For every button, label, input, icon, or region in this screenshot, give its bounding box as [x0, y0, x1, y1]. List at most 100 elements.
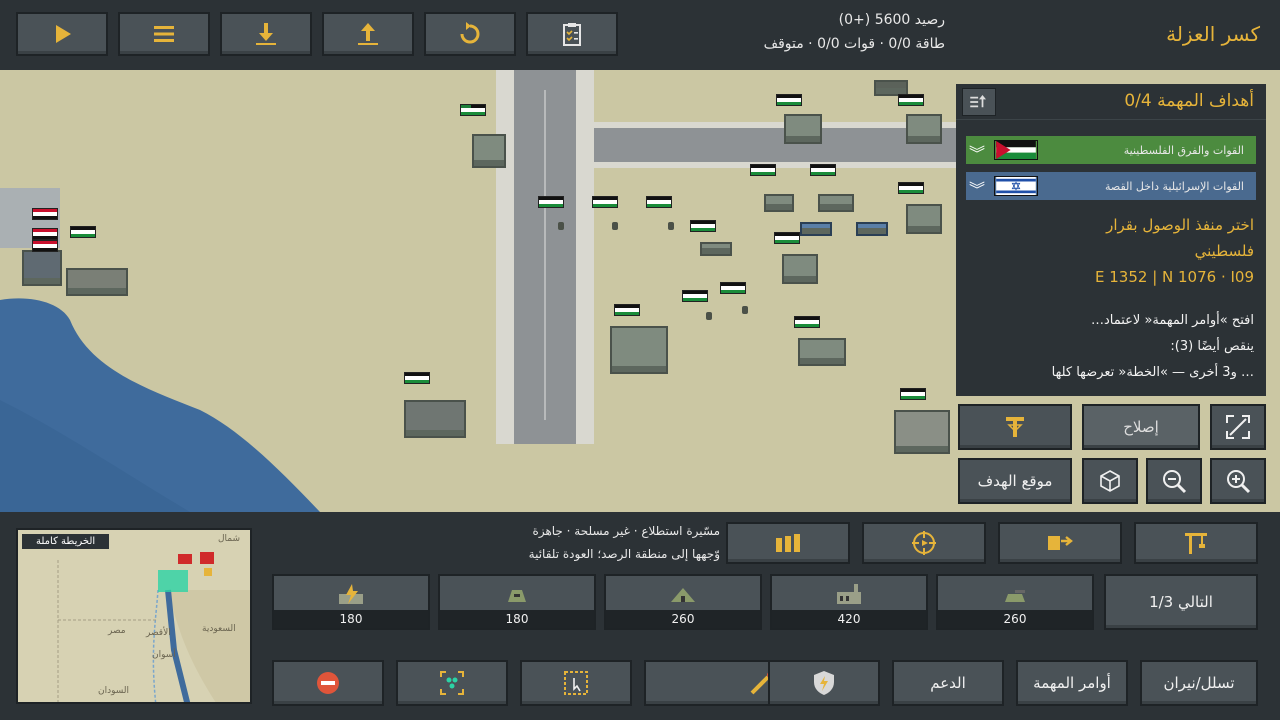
- minimap-place: السعودية: [202, 624, 236, 634]
- egypt-flag-marker: [32, 208, 58, 220]
- palestine-flag-marker: [404, 372, 430, 384]
- target-button[interactable]: [862, 522, 986, 564]
- palestine-flag-marker: [774, 232, 800, 244]
- support-tab[interactable]: الدعم: [892, 660, 1004, 706]
- build-cost: 180: [440, 610, 594, 628]
- palestine-flag-marker: [776, 94, 802, 106]
- building-depot[interactable]: [906, 204, 942, 234]
- infantry-unit[interactable]: [706, 312, 712, 320]
- building-radar[interactable]: [404, 400, 466, 438]
- vehicle-truck[interactable]: [700, 242, 732, 256]
- orders-tab[interactable]: أوامر المهمة: [1016, 660, 1128, 706]
- team-name: القوات الإسرائيلية داخل القصة: [1105, 179, 1244, 193]
- sort-button[interactable]: [962, 88, 996, 116]
- play-button[interactable]: [16, 12, 108, 56]
- defense-button[interactable]: [768, 660, 880, 706]
- building-depot[interactable]: [784, 114, 822, 144]
- vehicle-launcher[interactable]: [764, 194, 794, 212]
- building-factory[interactable]: [894, 410, 950, 454]
- status-text: طاقة 0/0 · قوات 0/0 · متوقف: [763, 36, 945, 52]
- building-hangar[interactable]: [472, 134, 506, 168]
- building-hq[interactable]: [610, 326, 668, 374]
- build-slot-bunker[interactable]: 180: [438, 574, 596, 630]
- rank-chevron-icon: ︾: [968, 180, 985, 199]
- build-cost: 420: [772, 610, 926, 628]
- build-slot-factory[interactable]: 420: [770, 574, 928, 630]
- box-select-button[interactable]: [520, 660, 632, 706]
- cube-icon: [1100, 470, 1120, 492]
- clipboard-icon: [563, 23, 581, 46]
- team-name: القوات والفرق الفلسطينية: [1123, 143, 1244, 157]
- crane-icon: [1185, 533, 1207, 554]
- objectives-clipboard-button[interactable]: [526, 12, 618, 56]
- orders-label: أوامر المهمة: [1033, 674, 1111, 692]
- palestine-flag-marker: [592, 196, 618, 208]
- group-select-button[interactable]: [396, 660, 508, 706]
- building-depot[interactable]: [782, 254, 818, 284]
- palestine-flag-marker: [900, 388, 926, 400]
- power-plant-icon: [339, 584, 363, 604]
- zoom-in-icon: [1227, 470, 1251, 494]
- build-tower-button[interactable]: [958, 404, 1072, 450]
- infiltrate-label: تسلل/نيران: [1163, 674, 1235, 692]
- minimap-place: شمال: [218, 534, 241, 544]
- build-slot-power[interactable]: 180: [272, 574, 430, 630]
- repair-button[interactable]: إصلاح: [1082, 404, 1200, 450]
- minimap-place: مصر: [108, 626, 126, 636]
- rank-chevron-icon: ︾: [968, 144, 985, 163]
- menu-button[interactable]: [118, 12, 210, 56]
- infantry-unit[interactable]: [668, 222, 674, 230]
- target-location-button[interactable]: موقع الهدف: [958, 458, 1072, 504]
- palestine-flag-marker: [720, 282, 746, 294]
- note-line: افتح »أوامر المهمة« لاعتماد…: [1090, 313, 1254, 328]
- expand-icon: [1226, 415, 1250, 439]
- download-button[interactable]: [220, 12, 312, 56]
- target-location-label: موقع الهدف: [977, 472, 1053, 490]
- top-bar: رصيد 5600 (+0) طاقة 0/0 · قوات 0/0 · متو…: [0, 0, 1280, 70]
- palestine-flag-marker: [460, 104, 486, 116]
- cancel-button[interactable]: [272, 660, 384, 706]
- building-barracks[interactable]: [798, 338, 846, 366]
- palestine-flag-marker: [898, 182, 924, 194]
- restart-button[interactable]: [424, 12, 516, 56]
- ammo-button[interactable]: [726, 522, 850, 564]
- unit-info: مسّيرة استطلاع · غير مسلحة · جاهزة وّجهه…: [400, 520, 720, 566]
- next-page-label: التالي 1/3: [1149, 593, 1213, 611]
- no-entry-icon: [317, 672, 339, 694]
- minimap-label[interactable]: الخريطة كاملة: [22, 534, 110, 549]
- fullscreen-button[interactable]: [1210, 404, 1266, 450]
- team-row-israeli[interactable]: القوات الإسرائيلية داخل القصة ︾: [966, 172, 1256, 200]
- next-page-button[interactable]: التالي 1/3: [1104, 574, 1258, 630]
- ammo-icon: [776, 534, 800, 552]
- egypt-flag-marker: [32, 240, 58, 252]
- zoom-in-button[interactable]: [1210, 458, 1266, 504]
- tower-icon: [1006, 417, 1024, 437]
- building-port[interactable]: [22, 250, 62, 286]
- crosshair-icon: [912, 531, 936, 555]
- zoom-out-button[interactable]: [1146, 458, 1202, 504]
- infantry-unit[interactable]: [558, 222, 564, 230]
- minimap[interactable]: الخريطة كاملة شمال مصر السعودية السودان …: [16, 528, 252, 704]
- infiltrate-fire-tab[interactable]: تسلل/نيران: [1140, 660, 1258, 706]
- enemy-vehicle[interactable]: [800, 222, 832, 236]
- vehicle-launcher[interactable]: [818, 194, 854, 212]
- palestine-flag-marker: [538, 196, 564, 208]
- view-3d-button[interactable]: [1082, 458, 1138, 504]
- tent-icon: [671, 588, 695, 602]
- refresh-icon: [460, 22, 480, 44]
- enemy-vehicle[interactable]: [856, 222, 888, 236]
- build-slot-barracks[interactable]: 260: [604, 574, 762, 630]
- building-port[interactable]: [66, 268, 128, 296]
- upload-button[interactable]: [322, 12, 414, 56]
- credit-text: رصيد 5600 (+0): [838, 12, 945, 28]
- infantry-unit[interactable]: [612, 222, 618, 230]
- resources-readout: رصيد 5600 (+0) طاقة 0/0 · قوات 0/0 · متو…: [700, 8, 945, 56]
- crane-button[interactable]: [1134, 522, 1258, 564]
- team-row-palestinian[interactable]: القوات والفرق الفلسطينية ︾: [966, 136, 1256, 164]
- factory-icon: [837, 584, 861, 604]
- unload-button[interactable]: [998, 522, 1122, 564]
- building-depot[interactable]: [906, 114, 942, 144]
- palestine-flag-marker: [70, 226, 96, 238]
- build-slot-turret[interactable]: 260: [936, 574, 1094, 630]
- infantry-unit[interactable]: [742, 306, 748, 314]
